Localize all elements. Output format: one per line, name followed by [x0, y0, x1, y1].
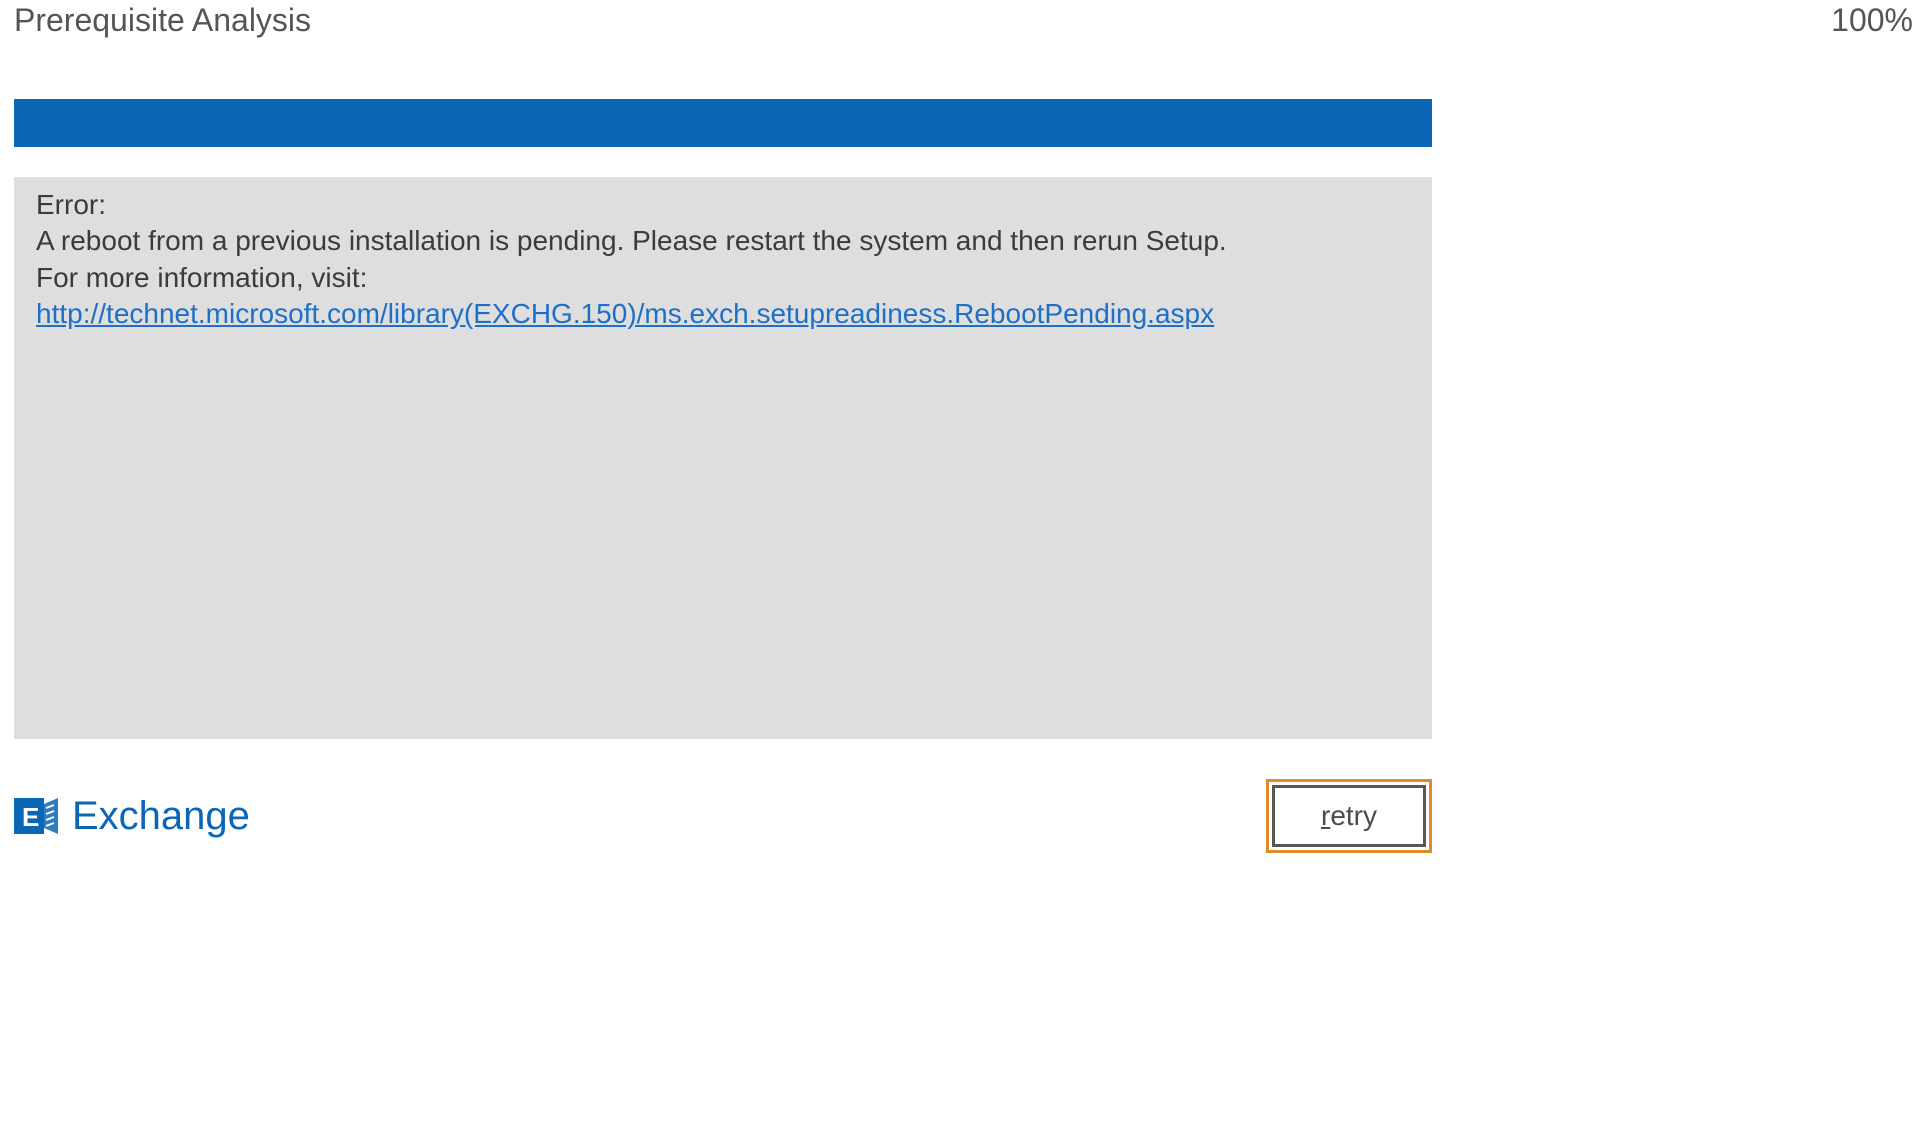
svg-text:E: E	[22, 802, 39, 832]
error-heading: Error:	[36, 187, 1410, 223]
error-message: A reboot from a previous installation is…	[36, 223, 1410, 259]
progress-bar	[14, 99, 1432, 147]
brand-logo-area: E Exchange	[14, 792, 250, 840]
progress-percent: 100%	[1831, 2, 1913, 39]
error-link[interactable]: http://technet.microsoft.com/library(EXC…	[36, 298, 1214, 329]
retry-button-accel: r	[1321, 800, 1330, 831]
page-title: Prerequisite Analysis	[14, 2, 311, 39]
error-more-info-prefix: For more information, visit:	[36, 262, 367, 293]
exchange-logo-icon: E	[14, 792, 62, 840]
error-panel: Error: A reboot from a previous installa…	[14, 177, 1432, 739]
retry-button-rest: etry	[1330, 800, 1377, 831]
retry-button[interactable]: retry	[1266, 779, 1432, 853]
brand-name: Exchange	[72, 794, 250, 839]
error-more-info: For more information, visit: http://tech…	[36, 260, 1410, 333]
